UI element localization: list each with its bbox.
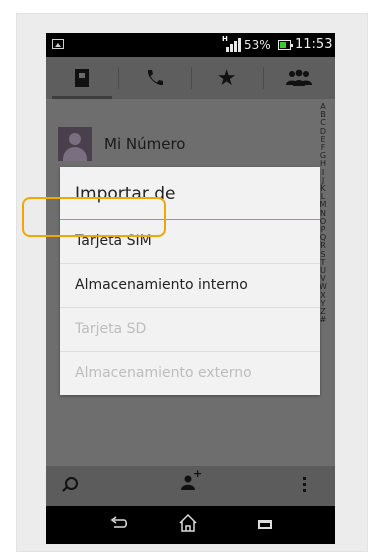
back-icon[interactable] (108, 516, 130, 532)
search-icon[interactable] (65, 477, 78, 490)
phone-screen: H 53% 11:53 ★ Mi Número A B C D E F G H … (46, 33, 335, 544)
gallery-notification-icon (52, 39, 64, 49)
option-label: Tarjeta SD (75, 321, 147, 337)
phone-icon (148, 70, 164, 86)
network-type: H (222, 35, 228, 43)
option-sd-card: Tarjeta SD (60, 308, 320, 352)
add-contact-icon[interactable]: + (180, 467, 202, 495)
option-internal-storage[interactable]: Almacenamiento interno (60, 264, 320, 308)
status-time: 11:53 (295, 37, 333, 52)
contacts-book-icon (75, 69, 90, 87)
tab-groups[interactable] (262, 57, 335, 99)
battery-icon (278, 40, 293, 50)
option-external-storage: Almacenamiento externo (60, 352, 320, 396)
battery-level (280, 42, 286, 48)
system-nav-bar (46, 506, 335, 544)
avatar (58, 127, 92, 161)
my-number-row[interactable]: Mi Número (46, 113, 316, 163)
signal-strength-icon: H (222, 35, 241, 52)
my-number-label: Mi Número (104, 135, 186, 153)
tab-phone[interactable] (118, 57, 190, 99)
bottom-action-bar: + (46, 466, 335, 506)
status-bar: H 53% 11:53 (46, 33, 335, 57)
groups-icon (285, 69, 312, 86)
tab-contacts[interactable] (46, 57, 118, 99)
overflow-menu-icon[interactable] (303, 477, 306, 495)
sim-card-highlight (22, 197, 166, 237)
star-icon: ★ (216, 65, 237, 91)
home-icon[interactable] (177, 512, 199, 534)
option-label: Almacenamiento externo (75, 365, 252, 381)
battery-percent: 53% (244, 38, 271, 52)
tab-favorites[interactable]: ★ (190, 57, 263, 99)
recent-apps-icon[interactable] (258, 520, 272, 529)
contacts-tab-bar: ★ (46, 57, 335, 99)
option-label: Almacenamiento interno (75, 277, 248, 293)
